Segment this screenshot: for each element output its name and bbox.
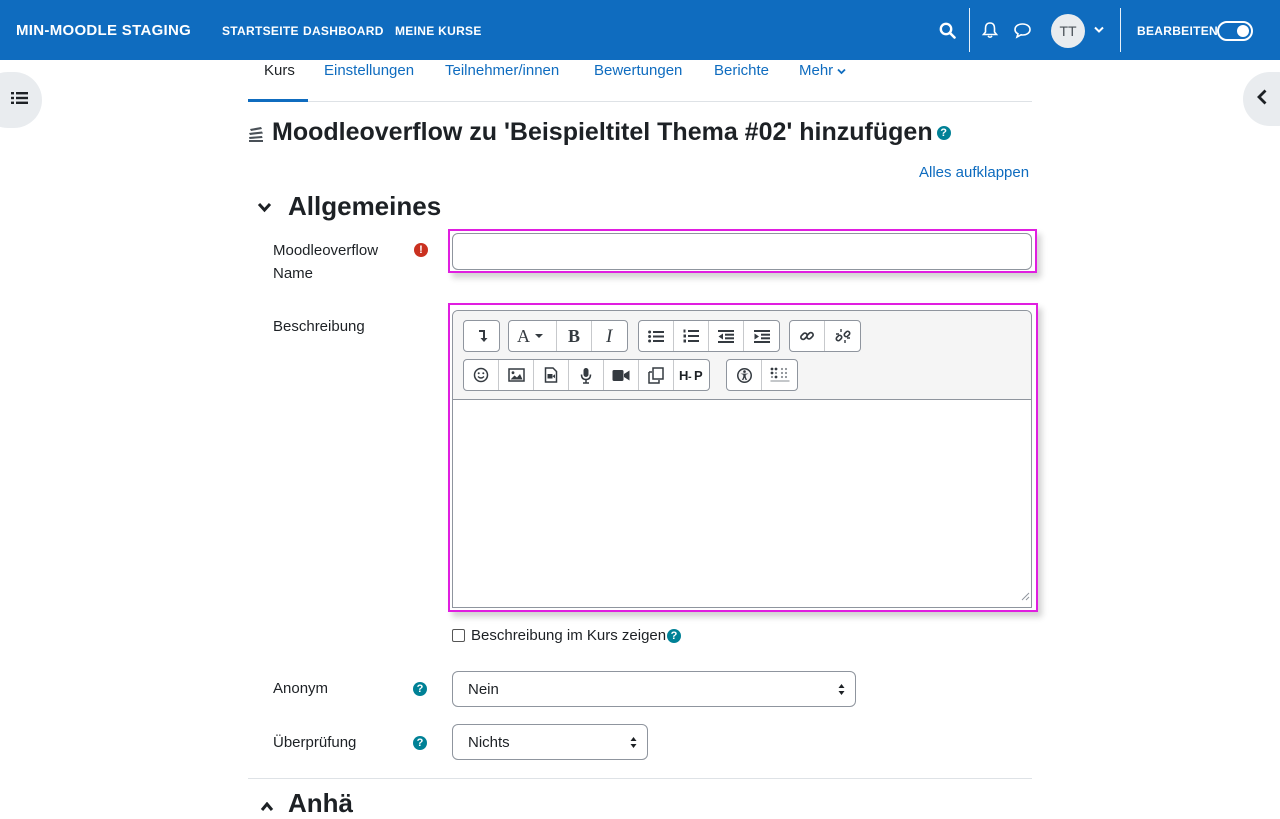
user-avatar[interactable]: TT [1051,14,1085,48]
indent-icon[interactable] [744,321,779,351]
chevron-left-icon [1256,89,1268,110]
h5p-icon[interactable]: H-P [674,360,709,390]
select-arrows-icon [630,737,637,748]
description-editor: A B I H - P [452,310,1032,608]
toolbar-group-collapse [463,320,500,352]
page-title: Moodleoverflow zu 'Beispieltitel Thema #… [272,118,951,147]
toolbar-group-style: A B I [508,320,628,352]
tab-reports[interactable]: Berichte [714,62,769,79]
navbar-divider [969,8,970,52]
toolbar-collapse-icon[interactable] [464,321,499,351]
chevron-right-icon [260,801,274,811]
italic-icon[interactable]: I [592,321,627,351]
ordered-list-icon[interactable] [674,321,709,351]
nav-home[interactable]: STARTSEITE [222,24,299,38]
svg-text:A: A [517,328,530,344]
nav-my-courses[interactable]: MEINE KURSE [395,24,482,38]
tab-grades[interactable]: Bewertungen [594,62,682,79]
resize-handle-icon[interactable] [1021,588,1030,606]
unordered-list-icon[interactable] [639,321,674,351]
accessibility-checker-icon[interactable] [727,360,762,390]
show-description-label[interactable]: Beschreibung im Kurs zeigen [471,627,666,644]
section-title-next[interactable]: Anhä [260,788,353,819]
emoji-icon[interactable] [464,360,499,390]
section-title-next-text: Anhä [288,788,353,818]
edit-mode-label: BEARBEITEN [1137,24,1219,38]
svg-text:-: - [688,371,692,382]
help-icon[interactable]: ? [413,682,427,696]
list-icon [11,91,28,110]
block-drawer-toggle[interactable] [1243,72,1280,126]
svg-text:I: I [605,328,614,344]
name-label-line1: Moodleoverflow [273,242,379,259]
top-navbar: MIN-MOODLE STAGING STARTSEITE DASHBOARD … [0,0,1280,60]
moodleoverflow-module-icon [248,125,264,148]
outdent-icon[interactable] [709,321,744,351]
course-index-drawer-toggle[interactable] [0,72,42,128]
review-label: Überprüfung [273,734,357,751]
chevron-down-icon [837,68,846,75]
section-divider [248,778,1032,779]
tab-more[interactable]: Mehr [799,62,846,79]
nav-dashboard[interactable]: DASHBOARD [303,24,384,38]
svg-text:H: H [679,368,688,382]
microphone-icon[interactable] [569,360,604,390]
review-select-value: Nichts [468,733,510,751]
navbar-divider [1120,8,1121,52]
editor-content-area[interactable] [453,401,1031,607]
svg-text:B: B [568,328,580,344]
editor-toolbar: A B I H - P [453,311,1031,400]
screenreader-helper-icon[interactable] [762,360,797,390]
chat-icon[interactable] [1012,20,1032,40]
active-tab-indicator [248,99,308,102]
toolbar-group-lists [638,320,780,352]
site-brand[interactable]: MIN-MOODLE STAGING [16,22,191,39]
bell-icon[interactable] [980,20,1000,40]
search-icon[interactable] [937,20,957,40]
help-icon[interactable]: ? [667,629,681,643]
toggle-knob [1237,25,1249,37]
expand-all-link[interactable]: Alles aufklappen [919,164,1029,181]
video-icon[interactable] [604,360,639,390]
name-input[interactable] [452,233,1032,270]
tab-course[interactable]: Kurs [264,62,295,79]
tab-more-label: Mehr [799,62,834,79]
tab-settings[interactable]: Einstellungen [324,62,414,79]
section-title-general[interactable]: Allgemeines [288,191,441,222]
description-label: Beschreibung [273,318,365,335]
image-icon[interactable] [499,360,534,390]
required-icon: ! [414,243,428,257]
help-icon[interactable]: ? [936,126,951,141]
chevron-down-icon[interactable] [257,200,272,218]
review-select[interactable]: Nichts [452,724,648,760]
name-label: Moodleoverflow Name [273,239,378,285]
show-description-checkbox[interactable] [452,629,465,642]
anonym-select-value: Nein [468,680,499,698]
toolbar-group-links [789,320,861,352]
name-label-line2: Name [273,265,314,282]
toolbar-group-media: H-P [463,359,710,391]
copy-icon[interactable] [639,360,674,390]
toolbar-group-accessibility [726,359,798,391]
help-icon[interactable]: ? [413,736,427,750]
unlink-icon[interactable] [825,321,860,351]
tab-participants[interactable]: Teilnehmer/innen [445,62,559,79]
bold-icon[interactable]: B [557,321,592,351]
font-style-icon[interactable]: A [509,321,557,351]
chevron-down-icon[interactable] [1089,20,1109,40]
select-arrows-icon [838,684,845,695]
anonym-label: Anonym [273,680,329,697]
secondary-navigation: Kurs Einstellungen Teilnehmer/innen Bewe… [248,60,1032,102]
link-icon[interactable] [790,321,825,351]
edit-mode-toggle[interactable] [1217,21,1253,41]
page-title-text: Moodleoverflow zu 'Beispieltitel Thema #… [272,118,933,146]
svg-text:P: P [694,368,703,382]
media-file-icon[interactable] [534,360,569,390]
anonym-select[interactable]: Nein [452,671,856,707]
